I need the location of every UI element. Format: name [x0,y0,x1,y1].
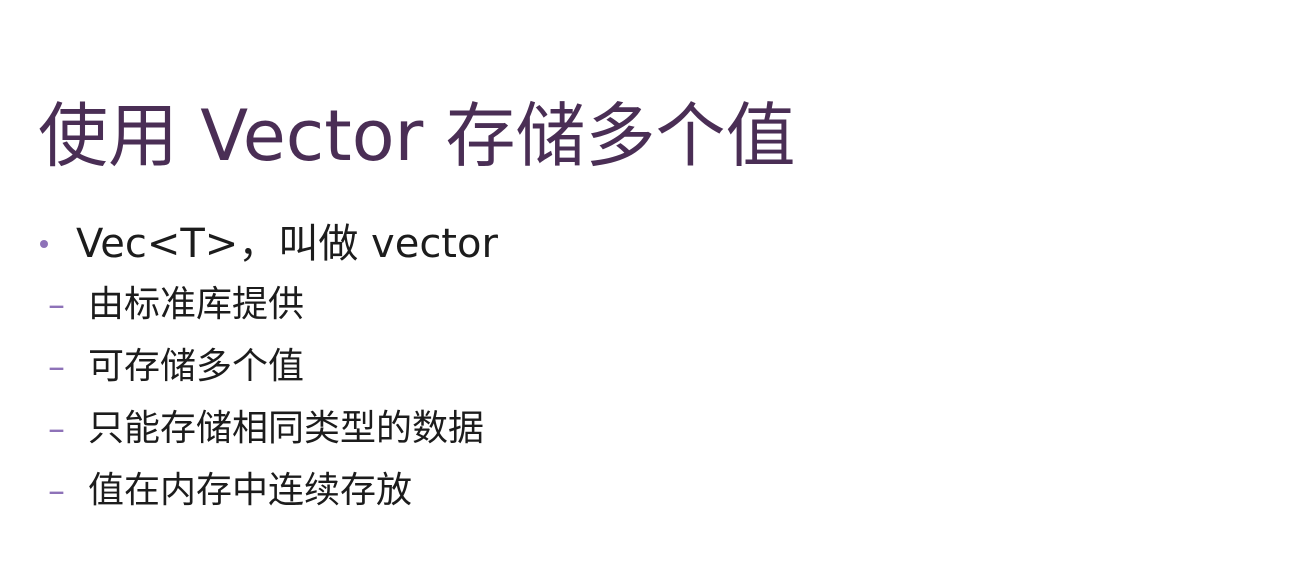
slide-title: 使用 Vector 存储多个值 [38,95,796,177]
slide: 使用 Vector 存储多个值 Vec<T>，叫做 vector – 由标准库提… [0,0,1292,588]
bullet-text: Vec<T>，叫做 vector [76,221,498,267]
sub-bullet-text: 只能存储相同类型的数据 [88,408,485,449]
sub-bullet-text: 由标准库提供 [88,284,305,325]
sub-bullet-text: 可存储多个值 [88,346,305,387]
dash-icon: – [48,285,65,325]
dash-icon: – [48,347,65,387]
bullet-dot-icon [40,240,48,248]
dash-icon: – [48,471,65,511]
dash-icon: – [48,409,65,449]
sub-bullet-text: 值在内存中连续存放 [88,470,413,511]
